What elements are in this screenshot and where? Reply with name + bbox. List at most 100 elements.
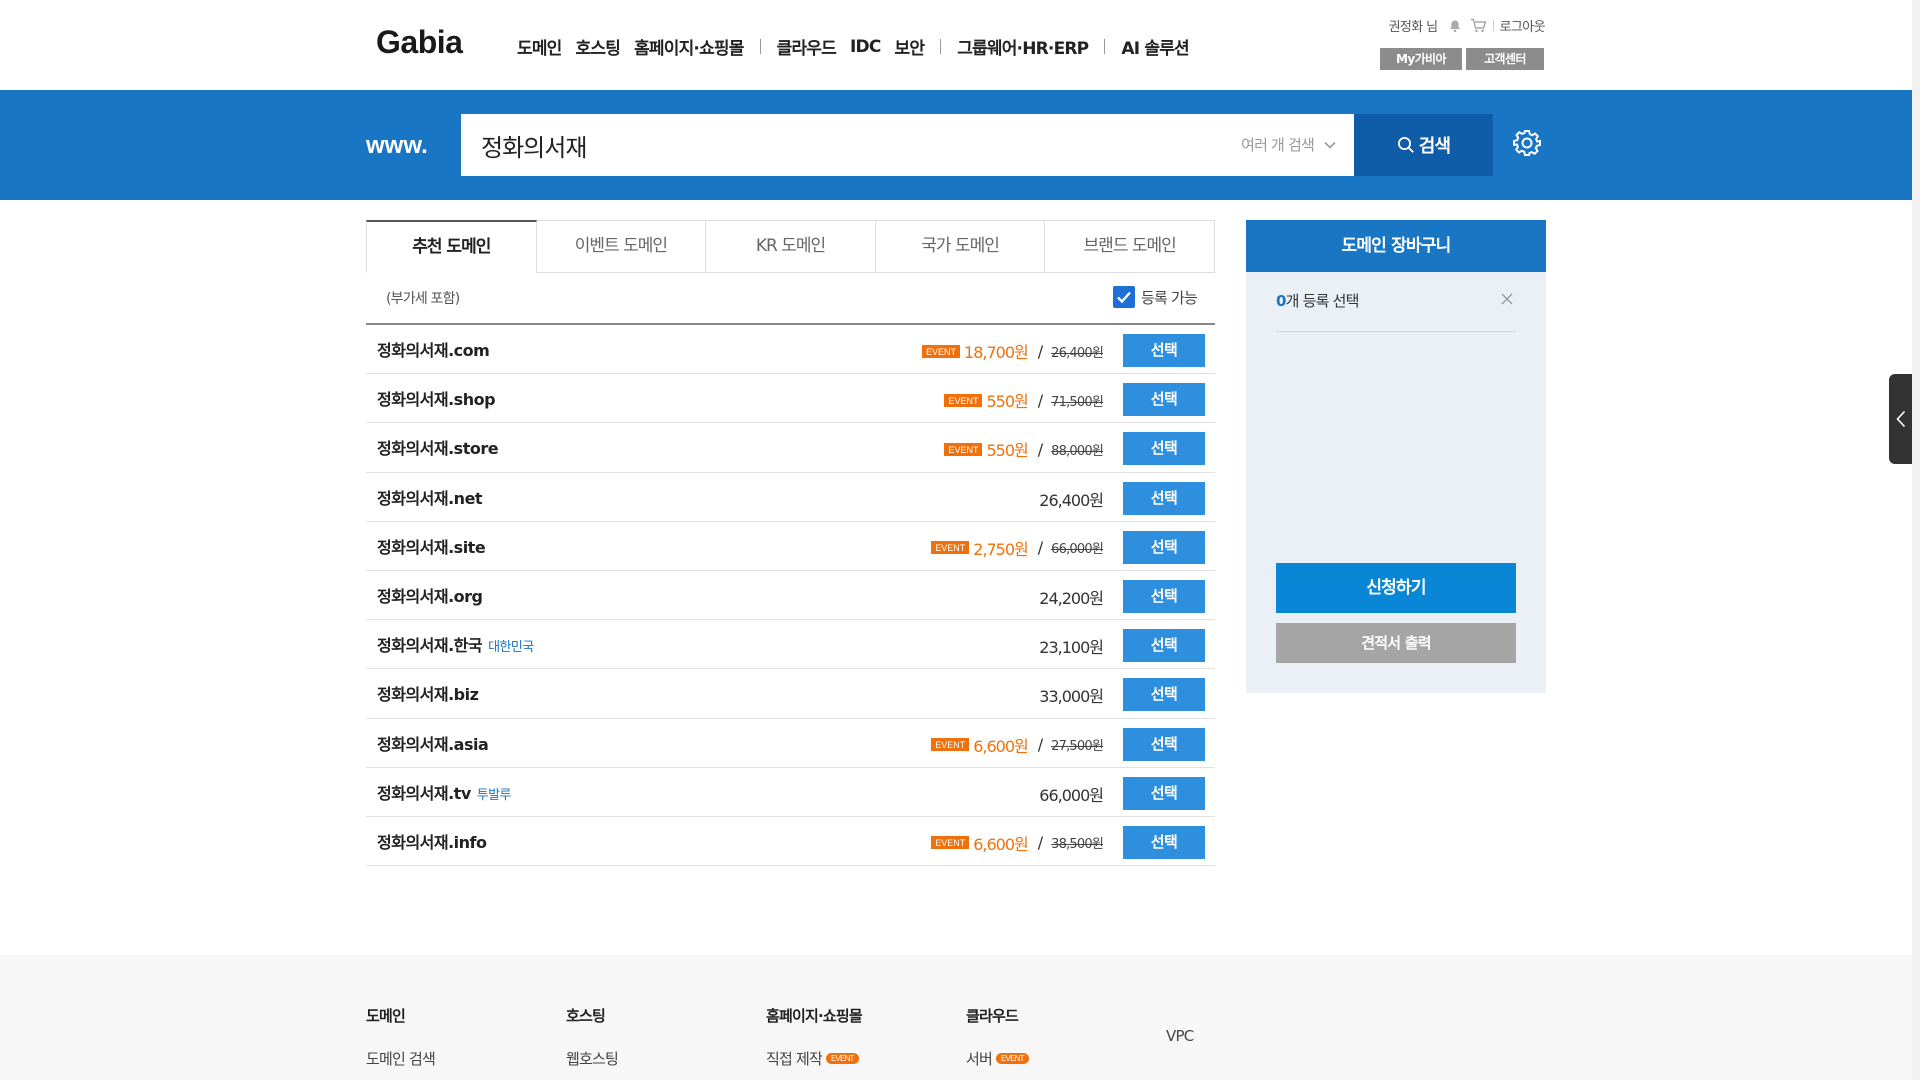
footer-link-label: 서버	[966, 1050, 993, 1068]
domain-tabs: 추천 도메인 이벤트 도메인 KR 도메인 국가 도메인 브랜드 도메인	[366, 220, 1215, 273]
util-divider	[1492, 20, 1494, 31]
event-price: 550원	[986, 392, 1028, 412]
domain-results: 정화의서재.com EVENT 18,700원/26,400원 선택 정화의서재.sho…	[366, 323, 1215, 867]
side-panel-toggle[interactable]	[1889, 374, 1913, 464]
table-row: 정화의서재.shop EVENT 550원 / 71,500원 선택	[366, 374, 1215, 424]
domain-name: 정화의서재.net	[377, 485, 483, 509]
select-button[interactable]: 선택	[1123, 629, 1205, 663]
util-buttons: My가비아 고객센터	[1380, 48, 1544, 70]
footer-column-homepage: 홈페이지·쇼핑몰 직접 제작 EVENT	[766, 1005, 863, 1069]
domain-name: 정화의서재.asia	[377, 731, 489, 755]
price-separator: /	[1037, 833, 1044, 853]
select-button[interactable]: 선택	[1123, 432, 1205, 466]
logout-link[interactable]: 로그아웃	[1500, 16, 1546, 35]
tab-brand[interactable]: 브랜드 도메인	[1045, 220, 1215, 273]
user-name: 권정화 님	[1388, 20, 1439, 35]
select-button[interactable]: 선택	[1123, 727, 1205, 761]
search-input[interactable]	[481, 128, 1131, 162]
tab-recommended[interactable]: 추천 도메인	[366, 220, 537, 273]
footer-link[interactable]: 도메인 검색	[366, 1048, 436, 1069]
tab-kr[interactable]: KR 도메인	[706, 220, 876, 273]
table-row: 정화의서재.org 24,200원 선택	[366, 571, 1215, 621]
apply-button[interactable]: 신청하기	[1276, 563, 1516, 613]
available-checkbox[interactable]	[1113, 286, 1136, 308]
event-badge: EVENT	[931, 738, 970, 751]
domain-name: 정화의서재.shop	[377, 386, 496, 410]
select-button[interactable]: 선택	[1123, 678, 1205, 712]
footer-column-hosting: 호스팅 웹호스팅	[566, 1005, 619, 1069]
search-band: www. 여러 개 검색 검색	[0, 90, 1912, 200]
footer-heading: 도메인	[366, 1007, 406, 1025]
price-area: 23,100원	[1039, 634, 1104, 658]
domain-name: 정화의서재.tv 투발루	[377, 780, 511, 804]
scrollbar[interactable]	[1912, 0, 1920, 1080]
price-area: 66,000원	[1039, 782, 1104, 806]
footer-link[interactable]: VPC	[1166, 1027, 1194, 1045]
nav-idc[interactable]: IDC	[850, 37, 881, 57]
select-button[interactable]: 선택	[1123, 383, 1205, 417]
main-nav: 도메인 호스팅 홈페이지·쇼핑몰 클라우드 IDC 보안 그룹웨어·HR·ERP…	[517, 34, 1203, 60]
tab-country[interactable]: 국가 도메인	[875, 220, 1046, 273]
nav-domain[interactable]: 도메인	[517, 34, 562, 59]
nav-security[interactable]: 보안	[895, 34, 925, 59]
www-prefix: www.	[366, 132, 428, 159]
close-icon[interactable]	[1500, 292, 1514, 306]
tab-event[interactable]: 이벤트 도메인	[536, 220, 707, 273]
footer-heading: 홈페이지·쇼핑몰	[766, 1007, 863, 1025]
nav-homepage-shop[interactable]: 홈페이지·쇼핑몰	[634, 34, 744, 59]
event-price: 2,750원	[973, 539, 1029, 559]
price-area: EVENT 550원 / 88,000원	[944, 437, 1104, 461]
search-button[interactable]: 검색	[1354, 114, 1493, 176]
original-price: 88,000원	[1051, 443, 1104, 459]
price-area: EVENT 2,750원 / 66,000원	[931, 536, 1104, 560]
gear-icon[interactable]	[1512, 128, 1542, 158]
available-label: 등록 가능	[1141, 288, 1198, 307]
price-area: 24,200원	[1039, 585, 1104, 609]
nav-cloud[interactable]: 클라우드	[777, 34, 837, 59]
price-separator: /	[1037, 341, 1044, 361]
original-price: 38,500원	[1051, 837, 1104, 853]
footer-link-label: VPC	[1166, 1027, 1194, 1045]
logo[interactable]: Gabia	[376, 24, 463, 61]
nav-groupware[interactable]: 그룹웨어·HR·ERP	[957, 34, 1089, 59]
table-row: 정화의서재.biz 33,000원 선택	[366, 669, 1215, 719]
nav-hosting[interactable]: 호스팅	[576, 34, 621, 59]
domain-name: 정화의서재.org	[377, 583, 483, 607]
domain-note: 대한민국	[488, 640, 534, 656]
nav-ai-solution[interactable]: AI 솔루션	[1121, 34, 1189, 59]
footer-link[interactable]: 서버 EVENT	[966, 1048, 1029, 1069]
price-area: 33,000원	[1039, 683, 1104, 707]
bell-icon[interactable]	[1448, 19, 1462, 33]
cart-icon[interactable]	[1470, 18, 1487, 33]
header: Gabia 도메인 호스팅 홈페이지·쇼핑몰 클라우드 IDC 보안 그룹웨어·…	[0, 0, 1912, 90]
select-button[interactable]: 선택	[1123, 481, 1205, 515]
select-button[interactable]: 선택	[1123, 579, 1205, 613]
domain-cart: 도메인 장바구니 0개 등록 선택 신청하기 견적서 출력	[1246, 220, 1546, 693]
event-badge: EVENT	[944, 393, 983, 407]
event-badge: EVENT	[922, 344, 961, 358]
my-gabia-button[interactable]: My가비아	[1380, 48, 1462, 70]
results-subbar: (부가세 포함) 등록 가능	[366, 280, 1215, 322]
event-price: 6,600원	[973, 834, 1029, 854]
domain-name-text: 정화의서재.한국	[377, 636, 483, 656]
domain-name-text: 정화의서재.com	[377, 341, 490, 360]
quote-button[interactable]: 견적서 출력	[1276, 623, 1516, 663]
check-icon	[1117, 291, 1131, 304]
multi-search-toggle[interactable]: 여러 개 검색	[1241, 134, 1336, 155]
price-separator: /	[1037, 538, 1044, 558]
select-button[interactable]: 선택	[1123, 530, 1205, 564]
chevron-down-icon	[1324, 141, 1336, 149]
footer-link-label: 웹호스팅	[566, 1050, 619, 1068]
select-button[interactable]: 선택	[1123, 825, 1205, 859]
domain-name: 정화의서재.store	[377, 435, 499, 459]
footer-link[interactable]: 직접 제작 EVENT	[766, 1048, 862, 1069]
table-row: 정화의서재.asia EVENT 6,600원 / 27,500원 선택	[366, 719, 1215, 768]
support-button[interactable]: 고객센터	[1466, 48, 1544, 70]
footer-link[interactable]: 웹호스팅	[566, 1048, 619, 1069]
price-area: EVENT 6,600원 / 38,500원	[931, 831, 1104, 855]
select-button[interactable]: 선택	[1123, 776, 1205, 810]
original-price: 71,500원	[1051, 394, 1104, 410]
event-badge: EVENT	[931, 836, 970, 850]
available-filter[interactable]: 등록 가능	[1113, 286, 1198, 308]
select-button[interactable]: 선택	[1123, 334, 1205, 367]
